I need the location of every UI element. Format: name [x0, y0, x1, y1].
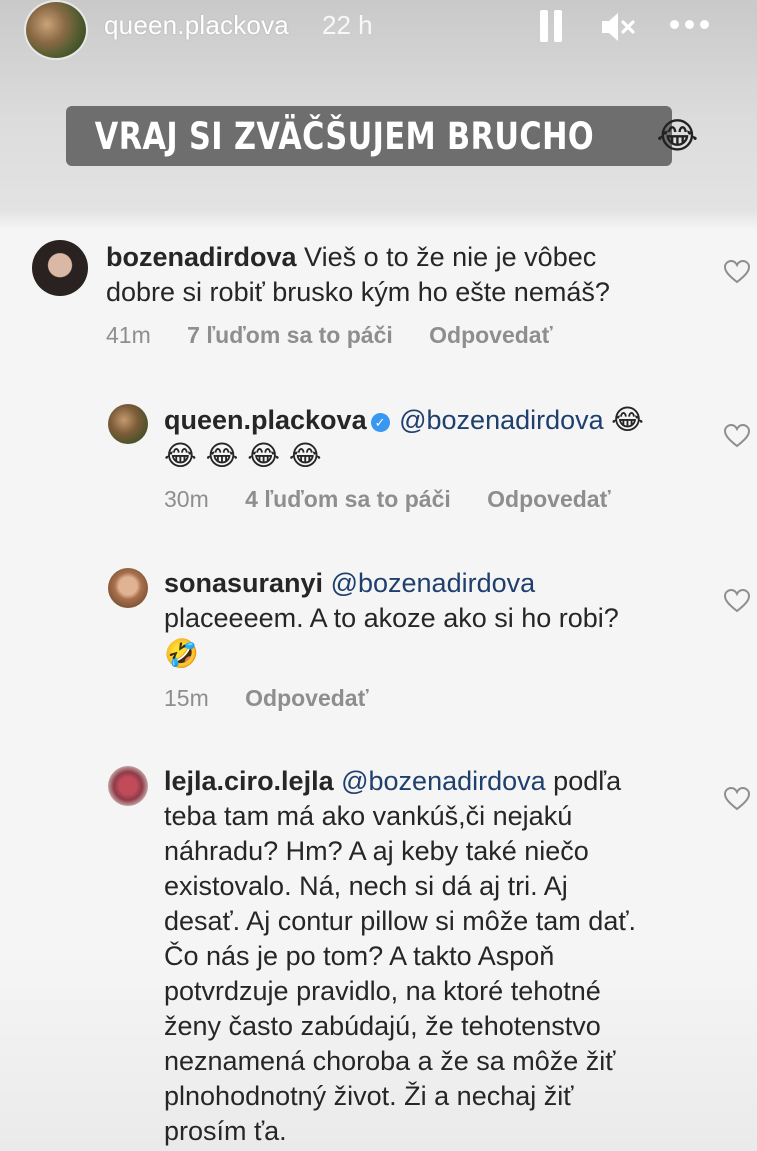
- comment-username[interactable]: lejla.ciro.lejla: [164, 766, 334, 796]
- comment-text: placeeeem. A to akoze ako si ho robi?: [164, 603, 619, 633]
- header-username[interactable]: queen.plackova: [104, 10, 289, 41]
- comment-time: 41m: [106, 322, 151, 348]
- heart-icon[interactable]: [723, 423, 751, 448]
- comment-line: náhradu? Hm? A aj keby také niečo: [164, 836, 589, 866]
- story-timestamp: 22 h: [322, 10, 373, 40]
- comment-meta: 41m 7 ľuďom sa to páči Odpovedať: [106, 322, 583, 349]
- mention-link[interactable]: @bozenadirdova: [331, 568, 536, 598]
- comment-meta: 15m Odpovedať: [164, 685, 399, 712]
- comment-text: podľa: [553, 766, 622, 796]
- comment-body: queen.plackova ✓ @bozenadirdova 😂 😂 😂 😂 😂: [164, 402, 704, 474]
- comment-line: desať. Aj contur pillow si môže tam dať.: [164, 906, 636, 936]
- comment-username[interactable]: sonasuranyi: [164, 568, 323, 598]
- comment-line: ženy často zabúdajú, že tehotenstvo: [164, 1011, 601, 1041]
- likes-count[interactable]: 7 ľuďom sa to páči: [187, 322, 393, 348]
- story-caption: VRAJ SI ZVÄČŠUJEM BRUCHO 😂: [66, 106, 698, 166]
- comment-username[interactable]: queen.plackova: [164, 405, 367, 435]
- avatar-queen-plackova[interactable]: [108, 404, 148, 444]
- comment-text: Vieš o to že nie je vôbec: [304, 242, 597, 272]
- reply-button[interactable]: Odpovedať: [487, 486, 610, 512]
- rolling-laughing-emoji: 🤣: [164, 637, 199, 670]
- profile-avatar[interactable]: [24, 0, 88, 60]
- comment-time: 30m: [164, 486, 209, 512]
- comment-body: bozenadirdova Vieš o to že nie je vôbec …: [106, 240, 706, 310]
- pause-icon[interactable]: [540, 10, 564, 42]
- comment-body: lejla.ciro.lejla @bozenadirdova podľa te…: [164, 764, 724, 1149]
- comment-line: teba tam má ako vankúš,či nejakú: [164, 801, 573, 831]
- comment-line: neznamená choroba a že sa môže žiť: [164, 1046, 616, 1076]
- comment-text-cont: dobre si robiť brusko kým ho ešte nemáš?: [106, 277, 610, 307]
- verified-badge-icon: ✓: [370, 413, 390, 432]
- likes-count[interactable]: 4 ľuďom sa to páči: [245, 486, 451, 512]
- avatar-lejla-ciro-lejla[interactable]: [108, 766, 148, 806]
- reply-button[interactable]: Odpovedať: [429, 322, 552, 348]
- comment-username[interactable]: bozenadirdova: [106, 242, 297, 272]
- avatar-bozenadirdova[interactable]: [32, 240, 88, 296]
- story-header: queen.plackova 22 h: [0, 0, 757, 60]
- laughing-emoji: 😂: [611, 403, 644, 436]
- comment-time: 15m: [164, 685, 209, 711]
- reply-button[interactable]: Odpovedať: [245, 685, 368, 711]
- caption-text: VRAJ SI ZVÄČŠUJEM BRUCHO: [94, 114, 594, 158]
- comment-line: plnohodnotný život. Ži a nechaj žiť: [164, 1081, 574, 1111]
- laughing-emojis: 😂 😂 😂 😂: [164, 439, 322, 472]
- heart-icon[interactable]: [723, 786, 751, 811]
- heart-icon[interactable]: [723, 259, 751, 284]
- comment-line: prosím ťa.: [164, 1116, 287, 1146]
- laughing-emoji: 😂: [656, 115, 699, 156]
- comment-line: Čo nás je po tom? A takto Aspoň: [164, 941, 555, 971]
- comment-body: sonasuranyi @bozenadirdova placeeeem. A …: [164, 566, 704, 672]
- comment-line: existovalo. Ná, nech si dá aj tri. Aj: [164, 871, 568, 901]
- speaker-muted-icon[interactable]: [600, 10, 636, 44]
- avatar-sonasuranyi[interactable]: [108, 568, 148, 608]
- heart-icon[interactable]: [723, 588, 751, 613]
- more-icon[interactable]: [670, 18, 710, 32]
- comment-line: potvrdzuje pravidlo, na ktoré tehotné: [164, 976, 601, 1006]
- mention-link[interactable]: @bozenadirdova: [341, 766, 546, 796]
- mention-link[interactable]: @bozenadirdova: [399, 405, 604, 435]
- comment-meta: 30m 4 ľuďom sa to páči Odpovedať: [164, 486, 641, 513]
